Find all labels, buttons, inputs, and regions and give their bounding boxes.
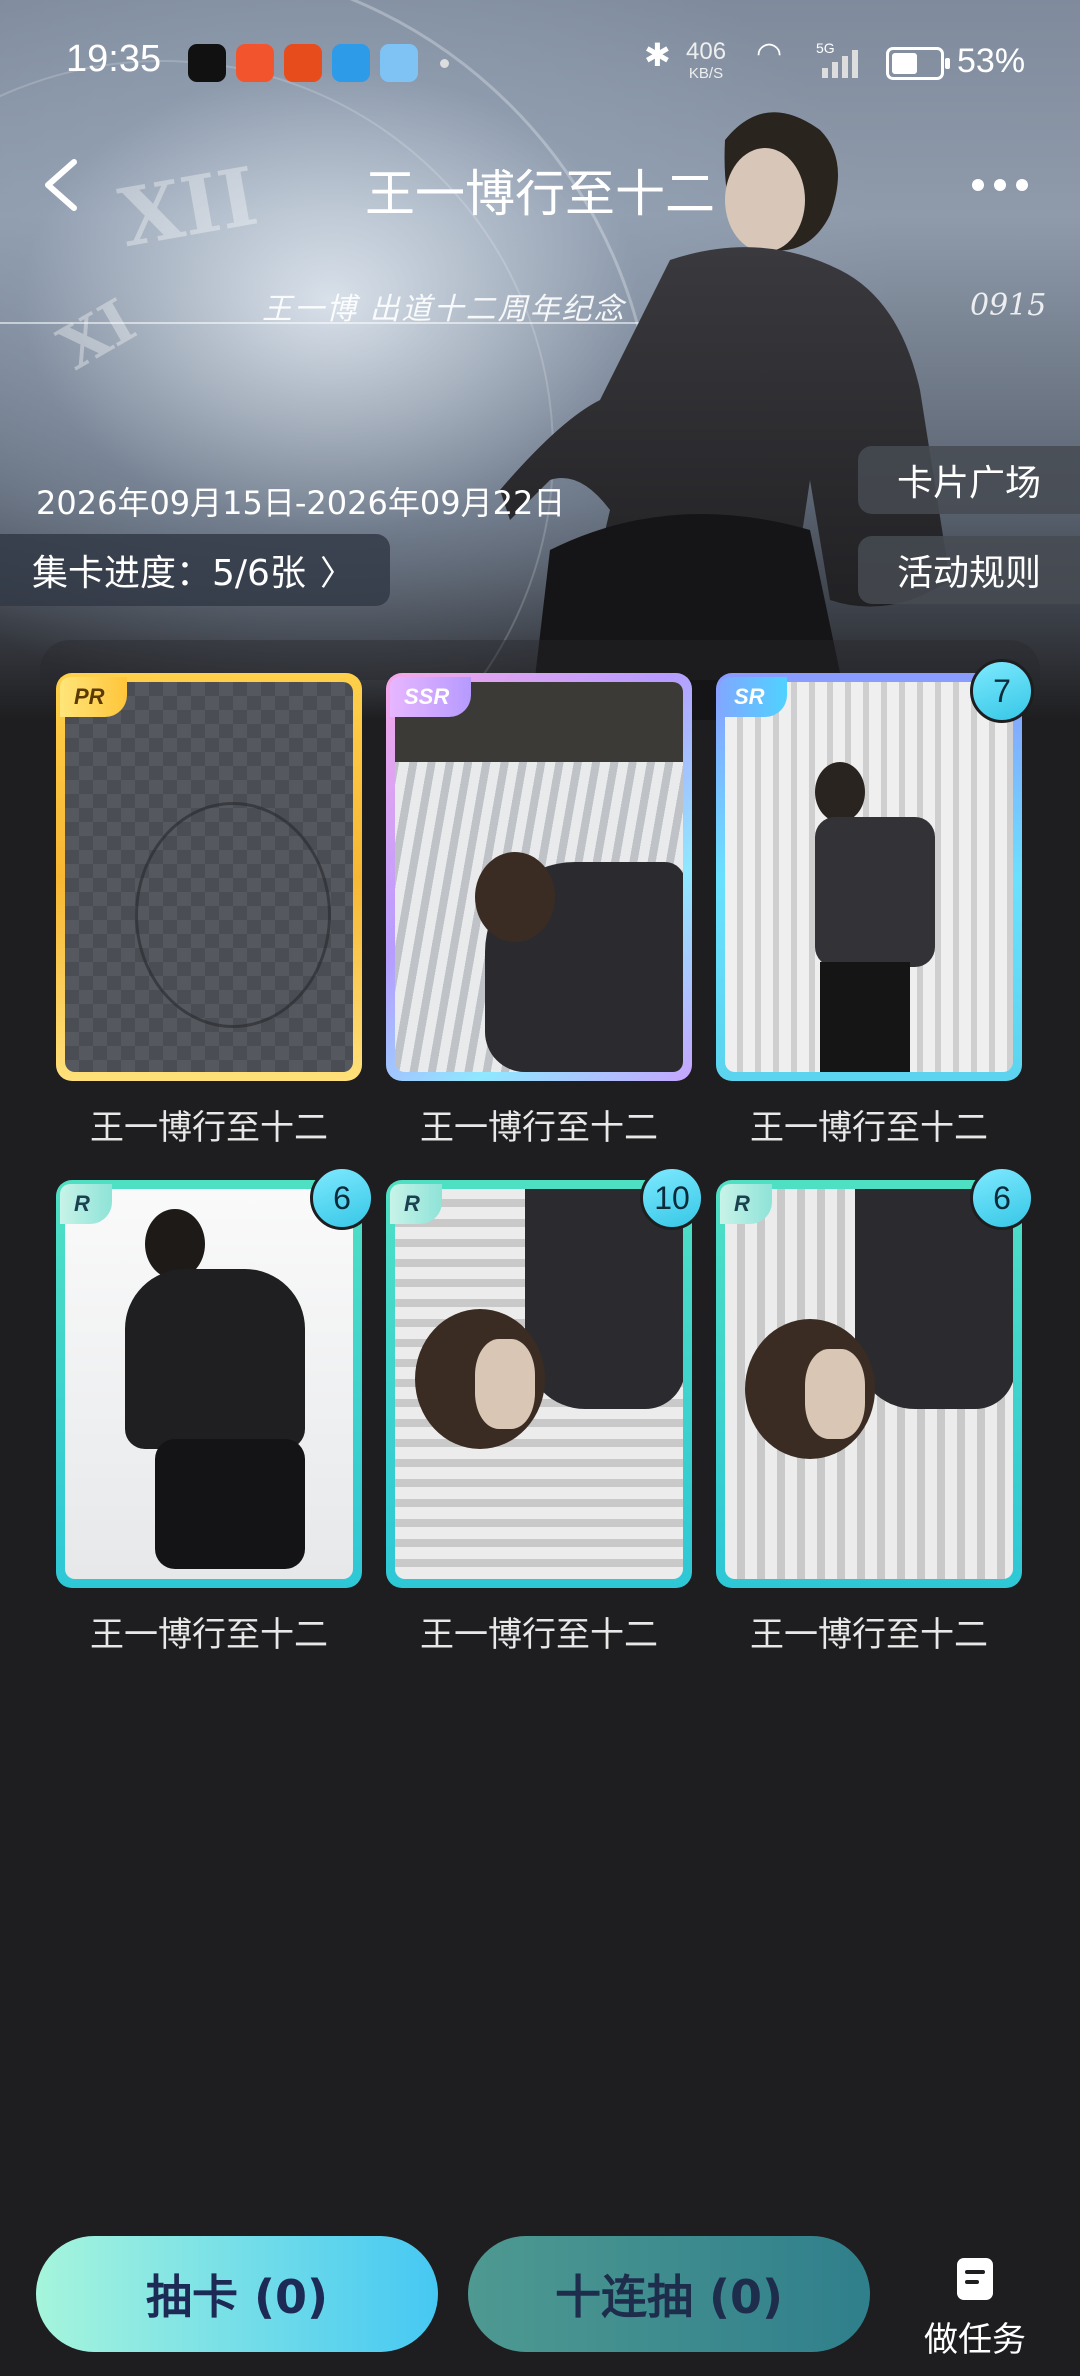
card-name: 王一博行至十二 [420, 1108, 658, 1148]
event-rules-button[interactable]: 活动规则 [858, 536, 1080, 604]
event-date-range: 2026年09月15日-2026年09月22日 [36, 484, 566, 522]
card-name: 王一博行至十二 [750, 1615, 988, 1655]
chevron-right-icon: 〉 [319, 553, 354, 594]
draw-ten-button[interactable]: 十连抽 (0) [468, 2236, 870, 2352]
status-time: 19:35 [66, 38, 162, 80]
collection-progress-button[interactable]: 集卡进度：5/6张 〉 [0, 534, 390, 606]
banner-code: 0915 [970, 288, 1047, 323]
status-bar: 19:35 ✱ 406 KB/S ◠ 5G 53% [0, 0, 1080, 130]
card-name: 王一博行至十二 [90, 1615, 328, 1655]
rarity-badge: R [720, 1184, 772, 1224]
card-image [395, 1189, 683, 1579]
rarity-badge: R [390, 1184, 442, 1224]
tasks-label: 做任务 [924, 2320, 1026, 2360]
wifi-icon: ◠ [756, 37, 783, 70]
tiktok-icon [188, 44, 226, 82]
card-item[interactable]: SR 7 [716, 659, 1034, 1081]
collection-progress-label: 集卡进度：5/6张 [32, 553, 306, 594]
bluetooth-icon: ✱ [644, 37, 671, 73]
weather-icon [380, 44, 418, 82]
signal-icon [822, 50, 858, 78]
shopping-app-icon [236, 44, 274, 82]
banner-subtitle: 王一博 出道十二周年纪念 [262, 292, 626, 327]
card-name: 王一博行至十二 [750, 1108, 988, 1148]
card-plaza-button[interactable]: 卡片广场 [858, 446, 1080, 514]
telegram-icon [332, 44, 370, 82]
card-item[interactable]: PR [56, 673, 362, 1081]
card-image [725, 682, 1013, 1072]
card-image [395, 682, 683, 1072]
card-count-badge: 10 [640, 1166, 704, 1230]
battery-percent: 53% [957, 42, 1026, 80]
more-options-button[interactable] [962, 160, 1038, 210]
rarity-badge: PR [60, 677, 127, 717]
card-image-locked [65, 682, 353, 1072]
card-image [65, 1189, 353, 1579]
red-packet-icon [284, 44, 322, 82]
draw-one-button[interactable]: 抽卡 (0) [36, 2236, 438, 2352]
card-count-badge: 6 [310, 1166, 374, 1230]
rarity-badge: SR [720, 677, 787, 717]
card-item[interactable]: SSR [386, 673, 692, 1081]
more-notifications-dot [440, 59, 449, 68]
card-image [725, 1189, 1013, 1579]
network-speed: 406 KB/S [686, 38, 727, 83]
card-item[interactable]: R 10 [386, 1166, 704, 1588]
card-item[interactable]: R 6 [716, 1166, 1034, 1588]
rarity-badge: R [60, 1184, 112, 1224]
card-count-badge: 6 [970, 1166, 1034, 1230]
rarity-badge: SSR [390, 677, 472, 717]
page-title: 王一博行至十二 [365, 165, 715, 223]
card-item[interactable]: R 6 [56, 1166, 374, 1588]
card-count-badge: 7 [970, 659, 1034, 723]
tasks-button[interactable]: 做任务 [900, 2250, 1050, 2370]
task-list-icon [957, 2258, 993, 2300]
battery-icon [886, 47, 950, 80]
card-name: 王一博行至十二 [90, 1108, 328, 1148]
card-name: 王一博行至十二 [420, 1615, 658, 1655]
